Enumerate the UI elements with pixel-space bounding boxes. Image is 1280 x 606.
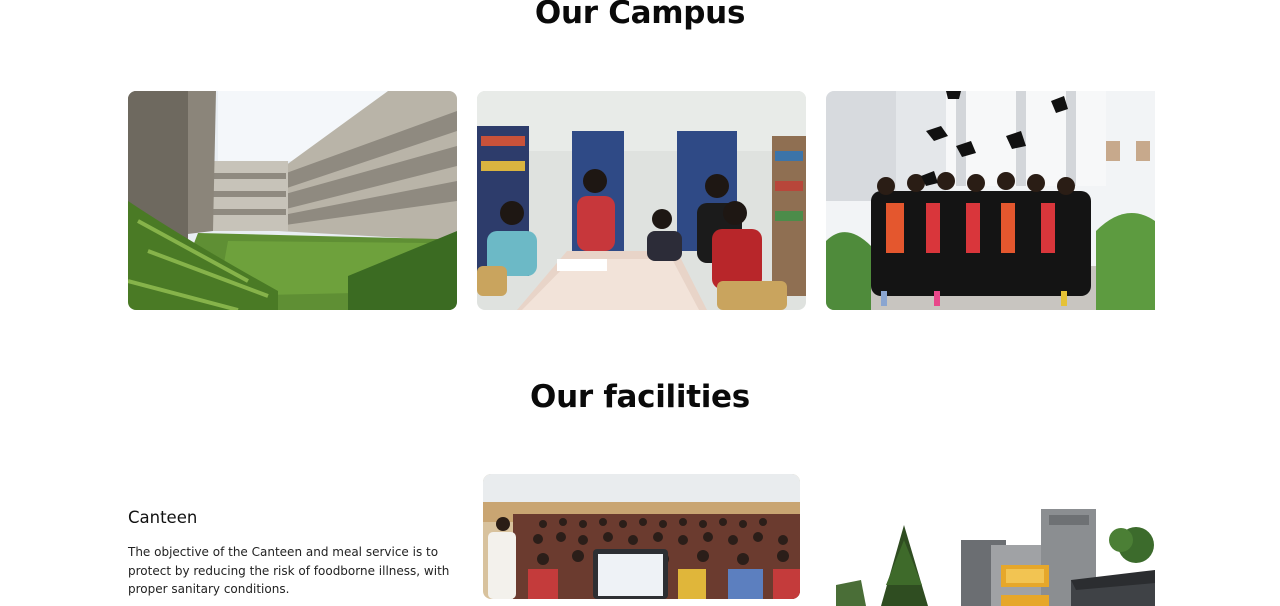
auditorium-seminar-photo — [483, 474, 800, 599]
campus-section-title: Our Campus — [534, 0, 746, 31]
building-exterior-photo — [836, 505, 1155, 606]
campus-courtyard-photo — [128, 91, 457, 310]
library-students-photo — [477, 91, 806, 310]
facility-canteen: Canteen The objective of the Canteen and… — [128, 508, 458, 599]
facility-description: The objective of the Canteen and meal se… — [128, 545, 450, 596]
graduation-caps-photo — [826, 91, 1155, 310]
facilities-section-title: Our facilities — [530, 379, 750, 415]
page: Our Campus Our facilities Canteen The ob… — [0, 0, 1280, 606]
facility-heading: Canteen — [128, 508, 198, 527]
